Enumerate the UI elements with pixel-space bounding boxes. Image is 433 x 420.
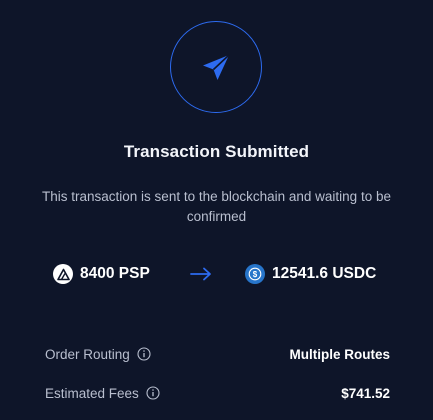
estimated-fees-row: Estimated Fees $741.52 — [45, 383, 390, 403]
estimated-fees-label-group: Estimated Fees — [45, 386, 160, 401]
order-routing-value: Multiple Routes — [289, 346, 391, 362]
info-icon[interactable] — [146, 386, 160, 400]
modal-subtitle: This transaction is sent to the blockcha… — [42, 189, 391, 224]
from-amount-value: 8400 — [80, 265, 115, 282]
usdc-token-icon: $ — [245, 264, 265, 284]
to-token: $ 12541.6 USDC — [245, 262, 376, 286]
order-routing-label-group: Order Routing — [45, 347, 151, 362]
paper-plane-icon — [203, 54, 230, 80]
svg-text:$: $ — [253, 270, 258, 279]
status-icon-ring — [170, 21, 262, 113]
order-routing-row: Order Routing Multiple Routes — [45, 344, 390, 364]
swap-summary: 8400 PSP $ 12541.6 USDC — [0, 262, 433, 286]
info-icon[interactable] — [137, 347, 151, 361]
to-amount-value: 12541.6 — [272, 265, 329, 282]
estimated-fees-value: $741.52 — [341, 385, 390, 401]
order-routing-label: Order Routing — [45, 346, 130, 362]
modal-title: Transaction Submitted — [123, 142, 310, 161]
from-symbol: PSP — [118, 265, 150, 282]
from-token: 8400 PSP — [53, 262, 150, 286]
arrow-right-icon — [190, 262, 212, 286]
estimated-fees-label: Estimated Fees — [45, 385, 139, 401]
to-amount: 12541.6 USDC — [272, 265, 376, 283]
to-symbol: USDC — [332, 265, 377, 282]
from-amount: 8400 PSP — [80, 265, 150, 283]
psp-token-icon — [53, 264, 73, 284]
